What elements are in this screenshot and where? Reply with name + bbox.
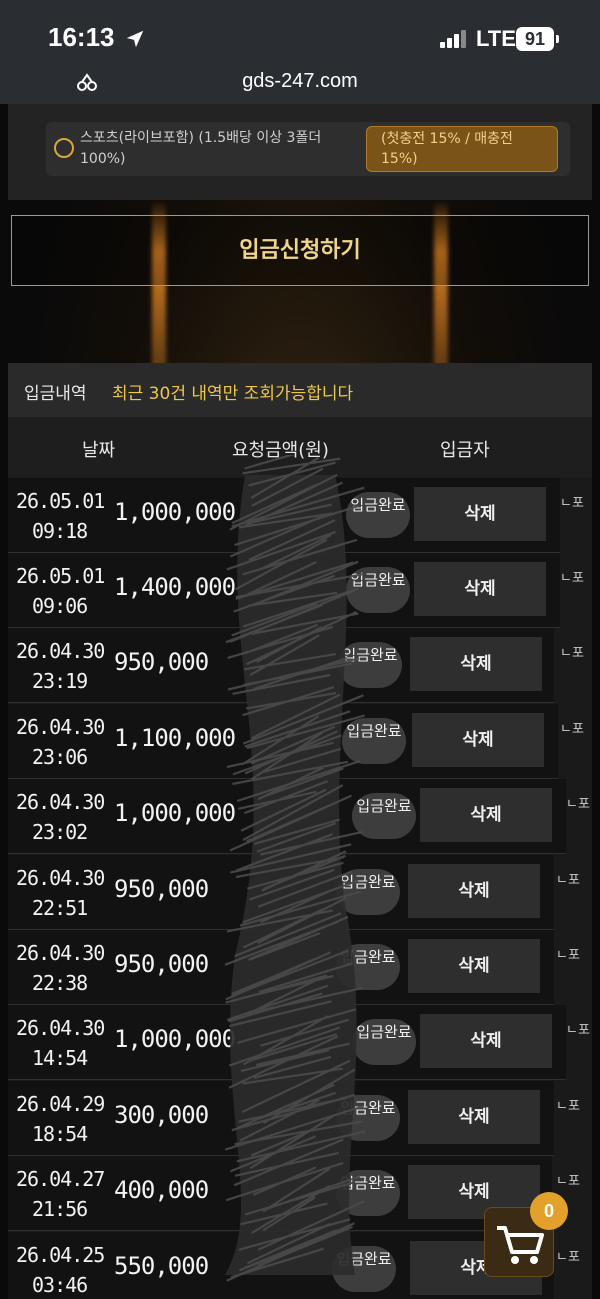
row-time: 14:54 — [32, 1046, 88, 1070]
cart-count-badge: 0 — [530, 1192, 568, 1230]
row-datetime: 26.04.30 22:51 — [16, 863, 105, 923]
redaction-scribble — [224, 455, 366, 1282]
row-memo: ㄴ포 — [556, 948, 580, 963]
row-time: 09:06 — [32, 594, 88, 618]
bonus-option-label: 스포츠(라이브포함) (1.5배당 이상 3폴더 100%) — [80, 130, 322, 167]
row-memo: ㄴ포 — [556, 1250, 580, 1265]
row-memo: ㄴ포 — [566, 1023, 590, 1038]
row-amount: 550,000 — [114, 1252, 209, 1280]
row-amount: 950,000 — [114, 648, 209, 676]
row-datetime: 26.04.30 22:38 — [16, 938, 105, 998]
row-time: 22:51 — [32, 896, 88, 920]
network-type: LTE — [476, 26, 516, 51]
row-time: 09:18 — [32, 519, 88, 543]
row-amount: 300,000 — [114, 1101, 209, 1129]
row-memo: ㄴ포 — [560, 646, 584, 661]
row-date: 26.04.27 — [16, 1167, 105, 1191]
bonus-rate-badge: (첫충전 15% / 매충전 15%) — [366, 126, 558, 172]
address-bar-url[interactable]: gds-247.com — [0, 70, 600, 93]
row-time: 22:38 — [32, 971, 88, 995]
row-datetime: 26.04.30 23:06 — [16, 712, 105, 772]
row-memo: ㄴ포 — [560, 571, 584, 586]
row-datetime: 26.04.30 23:19 — [16, 636, 105, 696]
row-memo: ㄴ포 — [556, 1099, 580, 1114]
row-date: 26.04.30 — [16, 866, 105, 890]
row-datetime: 26.04.27 21:56 — [16, 1164, 105, 1224]
row-date: 26.04.30 — [16, 639, 105, 663]
row-date: 26.04.25 — [16, 1243, 105, 1267]
delete-button[interactable]: 삭제 — [414, 562, 546, 616]
row-amount: 950,000 — [114, 950, 209, 978]
deposit-history-header: 입금내역 최근 30건 내역만 조회가능합니다 — [8, 363, 592, 417]
delete-button[interactable]: 삭제 — [410, 637, 542, 691]
column-date: 날짜 — [82, 440, 116, 461]
row-date: 26.04.29 — [16, 1092, 105, 1116]
deposit-request-button[interactable]: 입금신청하기 — [11, 215, 589, 286]
row-memo: ㄴ포 — [556, 1174, 580, 1189]
delete-button[interactable]: 삭제 — [408, 939, 540, 993]
row-time: 23:19 — [32, 669, 88, 693]
history-note: 최근 30건 내역만 조회가능합니다 — [112, 384, 354, 404]
row-time: 03:46 — [32, 1273, 88, 1297]
battery-icon: 91 — [516, 27, 559, 51]
row-memo: ㄴ포 — [566, 797, 590, 812]
delete-button[interactable]: 삭제 — [408, 1090, 540, 1144]
row-amount: 950,000 — [114, 875, 209, 903]
bonus-option-panel: 스포츠(라이브포함) (1.5배당 이상 3폴더 100%) (첫충전 15% … — [8, 104, 592, 200]
delete-button[interactable]: 삭제 — [412, 713, 544, 767]
row-date: 26.05.01 — [16, 489, 105, 513]
column-depositor: 입금자 — [440, 440, 490, 461]
row-time: 21:56 — [32, 1197, 88, 1221]
browser-top-bar: 16:13 LTE 91 gds-247.com — [0, 0, 600, 104]
row-datetime: 26.04.30 23:02 — [16, 787, 105, 847]
row-amount: 400,000 — [114, 1176, 209, 1204]
row-time: 18:54 — [32, 1122, 88, 1146]
delete-button[interactable]: 삭제 — [414, 487, 546, 541]
row-date: 26.04.30 — [16, 941, 105, 965]
row-datetime: 26.04.25 03:46 — [16, 1240, 105, 1299]
status-time: 16:13 — [48, 22, 115, 52]
signal-icon — [440, 30, 468, 48]
row-date: 26.04.30 — [16, 715, 105, 739]
row-datetime: 26.05.01 09:18 — [16, 486, 105, 546]
row-memo: ㄴ포 — [556, 873, 580, 888]
location-arrow-icon — [126, 30, 144, 48]
history-title: 입금내역 — [24, 384, 87, 404]
row-datetime: 26.04.30 14:54 — [16, 1013, 105, 1073]
delete-button[interactable]: 삭제 — [420, 1014, 552, 1068]
row-memo: ㄴ포 — [560, 722, 584, 737]
row-datetime: 26.04.29 18:54 — [16, 1089, 105, 1149]
row-time: 23:02 — [32, 820, 88, 844]
row-date: 26.04.30 — [16, 790, 105, 814]
row-datetime: 26.05.01 09:06 — [16, 561, 105, 621]
row-memo: ㄴ포 — [560, 496, 584, 511]
row-time: 23:06 — [32, 745, 88, 769]
bonus-radio-button[interactable] — [54, 138, 74, 158]
delete-button[interactable]: 삭제 — [408, 864, 540, 918]
bonus-option-row[interactable]: 스포츠(라이브포함) (1.5배당 이상 3폴더 100%) (첫충전 15% … — [46, 122, 570, 176]
row-date: 26.04.30 — [16, 1016, 105, 1040]
row-date: 26.05.01 — [16, 564, 105, 588]
delete-button[interactable]: 삭제 — [420, 788, 552, 842]
